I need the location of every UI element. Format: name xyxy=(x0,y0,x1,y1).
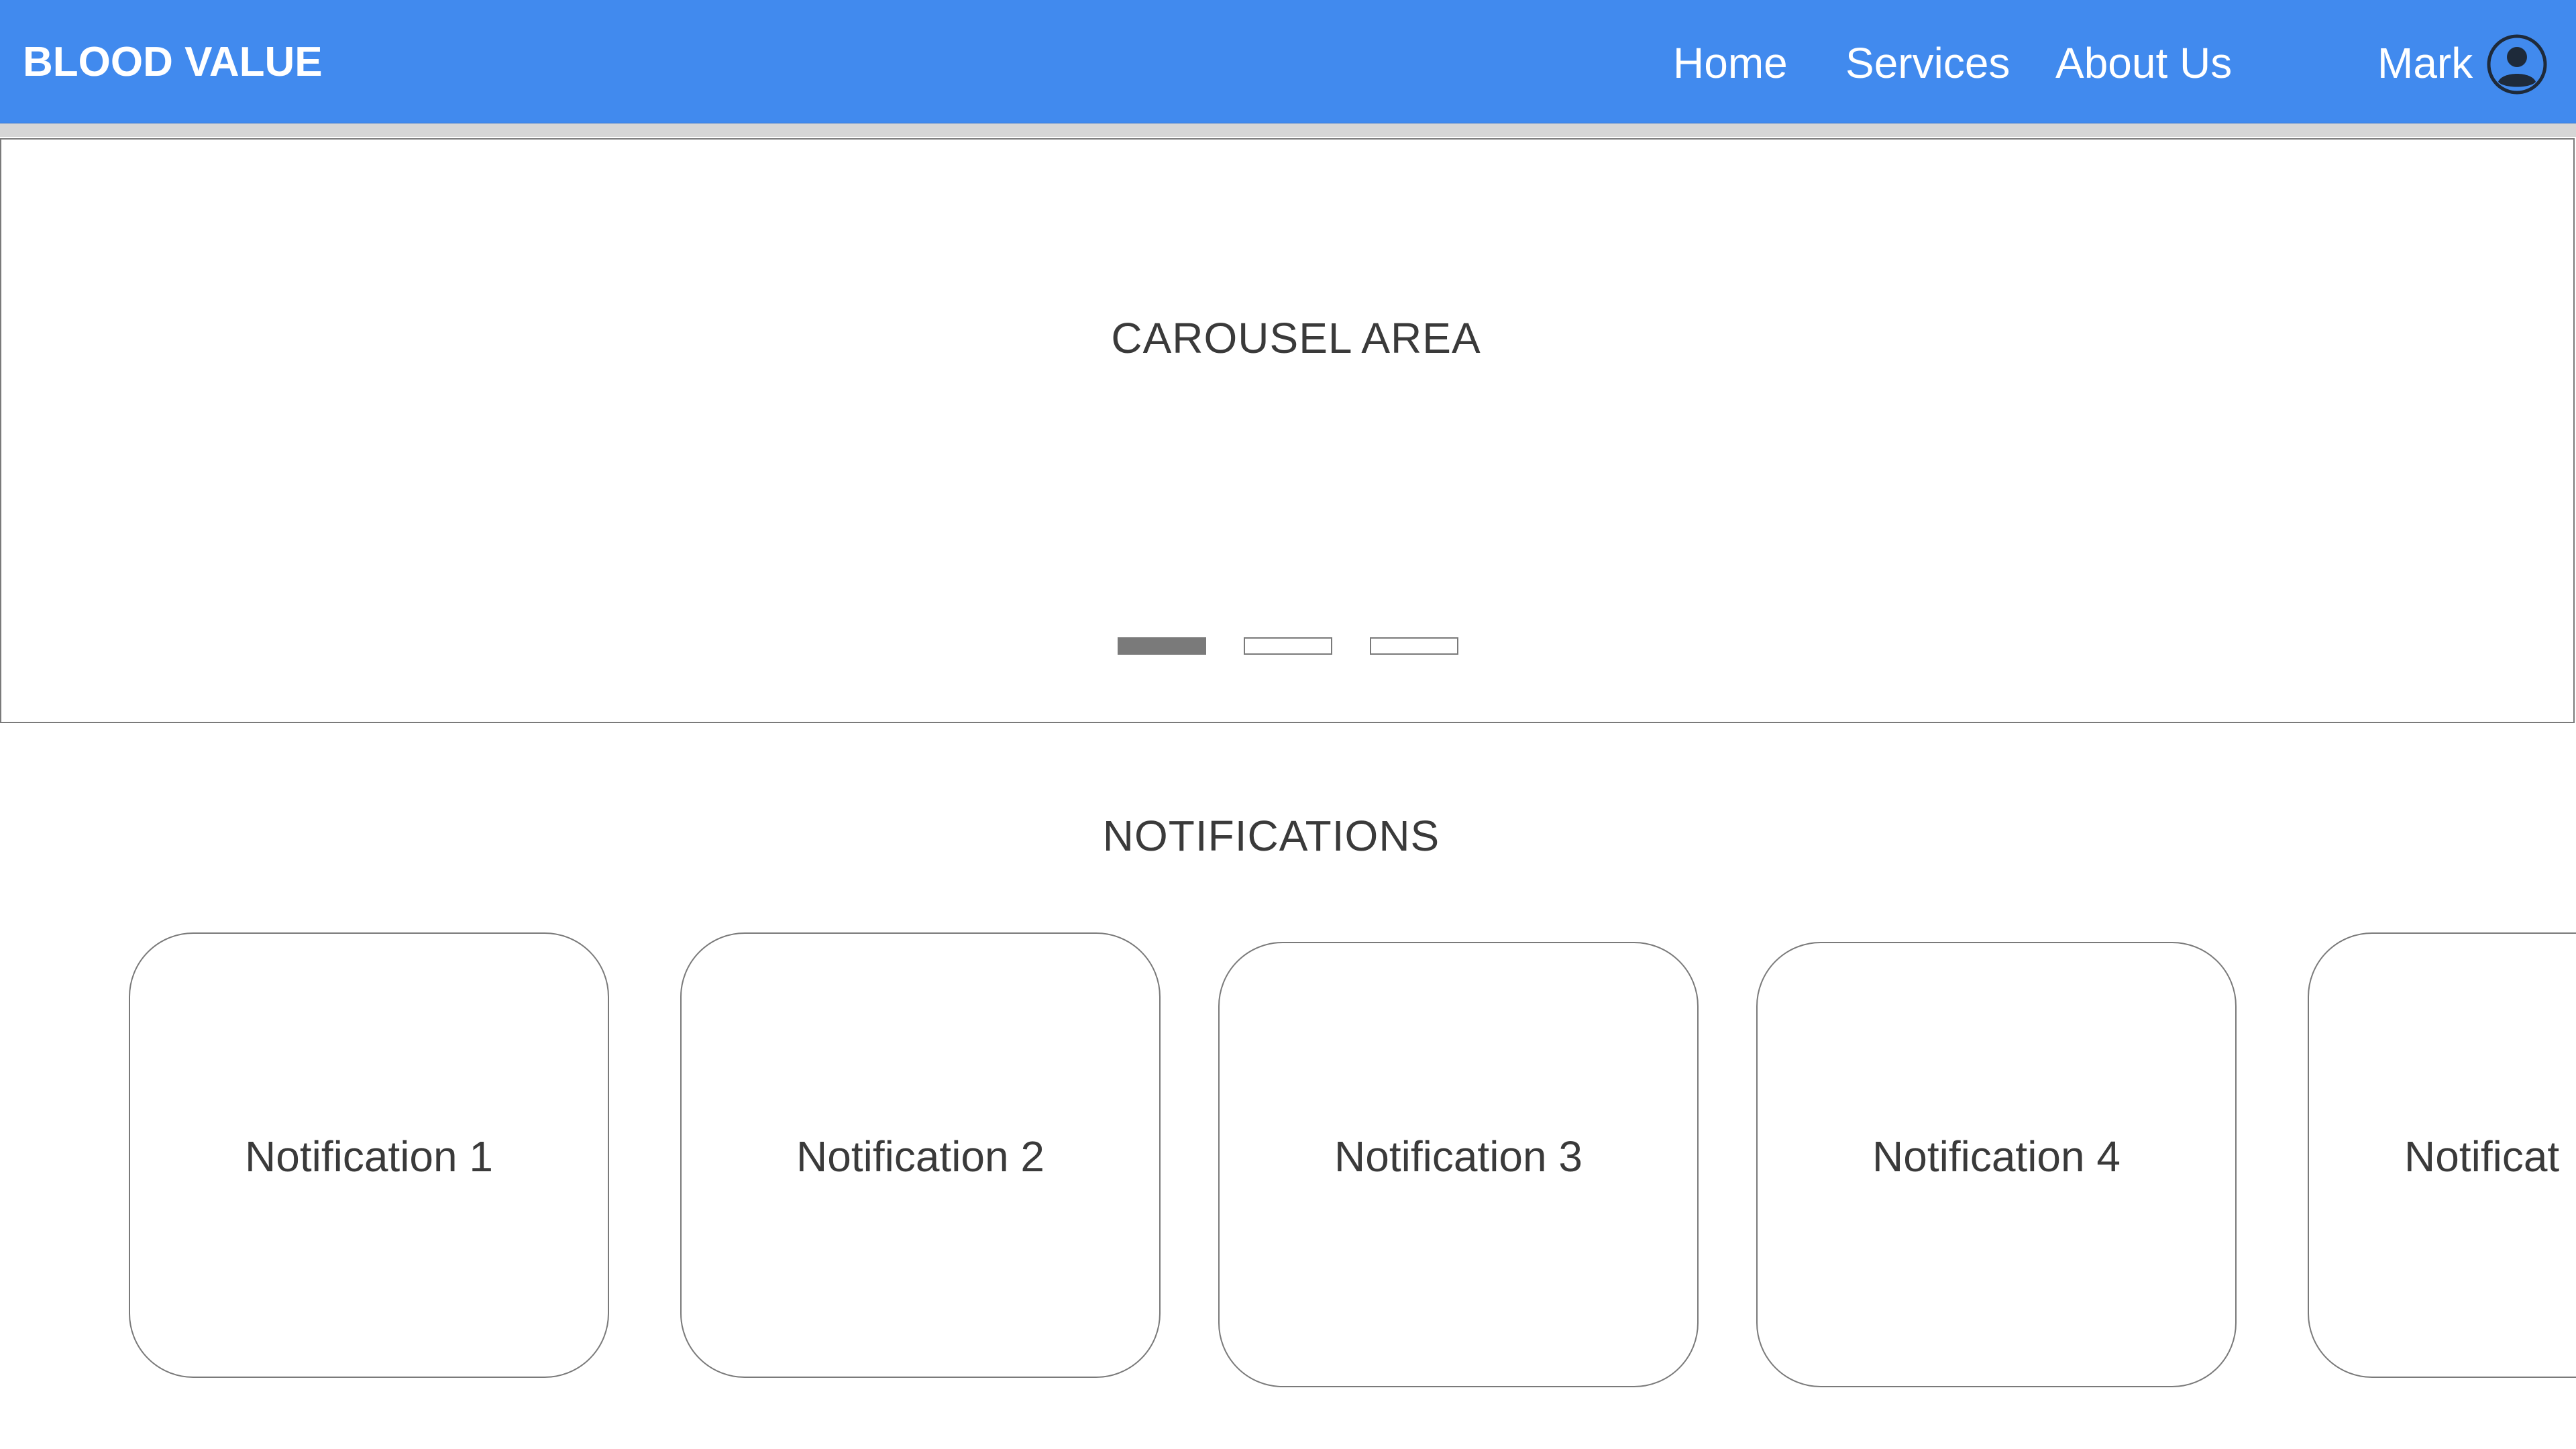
nav-link-services[interactable]: Services xyxy=(1845,39,2010,87)
notification-label: Notification 3 xyxy=(1334,1132,1582,1181)
notification-card[interactable]: Notification 4 xyxy=(1756,942,2237,1387)
page: BLOOD VALUE Home Services About Us Mark … xyxy=(0,0,2576,1449)
top-navbar: BLOOD VALUE Home Services About Us Mark xyxy=(0,0,2576,123)
notification-card[interactable]: Notification 1 xyxy=(129,932,609,1378)
notification-card[interactable]: Notification 2 xyxy=(680,932,1161,1378)
notification-label: Notificat xyxy=(2404,1132,2560,1181)
navbar-shadow xyxy=(0,123,2576,137)
user-avatar-icon[interactable] xyxy=(2486,34,2548,95)
nav-link-about-us[interactable]: About Us xyxy=(2055,39,2232,87)
carousel-indicator-2[interactable] xyxy=(1244,637,1332,655)
user-name[interactable]: Mark xyxy=(2377,39,2473,87)
notification-label: Notification 2 xyxy=(796,1132,1044,1181)
notification-label: Notification 1 xyxy=(245,1132,493,1181)
carousel-area[interactable]: CAROUSEL AREA xyxy=(0,138,2575,723)
notification-card[interactable]: Notification 3 xyxy=(1218,942,1699,1387)
brand-logo[interactable]: BLOOD VALUE xyxy=(23,39,323,86)
carousel-indicator-3[interactable] xyxy=(1370,637,1458,655)
carousel-indicator-1[interactable] xyxy=(1118,637,1206,655)
nav-link-home[interactable]: Home xyxy=(1673,39,1788,87)
notifications-title: NOTIFICATIONS xyxy=(1102,812,1440,860)
notification-label: Notification 4 xyxy=(1872,1132,2121,1181)
notification-card[interactable]: Notificat xyxy=(2308,932,2576,1378)
carousel-title: CAROUSEL AREA xyxy=(1111,314,1481,362)
